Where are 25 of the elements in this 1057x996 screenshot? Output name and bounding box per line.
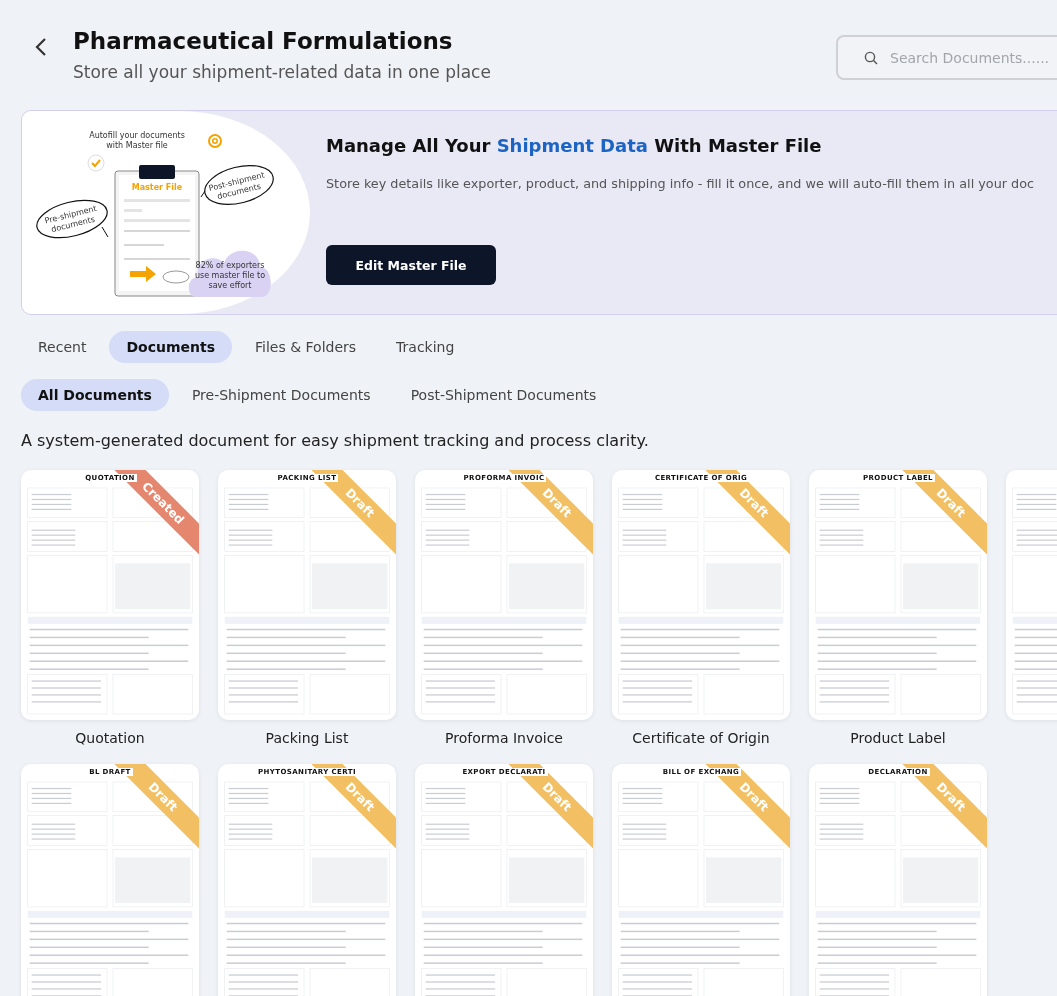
section-description: A system-generated document for easy shipment tracking and process clarity. (21, 431, 650, 450)
banner-description: Store key details like exporter, product, and shipping info - fill it once, and we will auto-fill them in all your doc (326, 176, 1035, 191)
banner-title: Manage All Your Shipment Data With Master File (326, 135, 823, 156)
edit-master-file-button[interactable]: Edit Master File (326, 245, 496, 285)
back-icon[interactable] (33, 36, 49, 58)
document-name: Product Label (850, 730, 946, 746)
document-name: Certificate of Origin (632, 730, 770, 746)
filter-tab[interactable]: Pre-Shipment Documents (174, 379, 388, 411)
page-subtitle: Store all your shipment-related data in one place (73, 62, 492, 82)
search-field[interactable]: Search Documents...... (836, 35, 1057, 80)
filter-tab[interactable]: All Documents (21, 379, 169, 411)
tab[interactable]: Documents (109, 331, 232, 363)
target-icon (207, 133, 223, 149)
filter-tab[interactable]: Post-Shipment Documents (393, 379, 614, 411)
tab[interactable]: Files & Folders (238, 331, 374, 363)
search-icon (864, 51, 878, 65)
document-name: Proforma Invoice (445, 730, 563, 746)
tab[interactable]: Tracking (379, 331, 472, 363)
tab[interactable]: Recent (21, 331, 104, 363)
document-name: Quotation (75, 730, 145, 746)
illustration-caption: Autofill your documents with Master file (88, 131, 186, 151)
clipboard-title: Master File (130, 183, 184, 193)
document-name: Packing List (265, 730, 349, 746)
page-title: Pharmaceutical Formulations (73, 28, 454, 54)
check-icon (86, 153, 106, 173)
